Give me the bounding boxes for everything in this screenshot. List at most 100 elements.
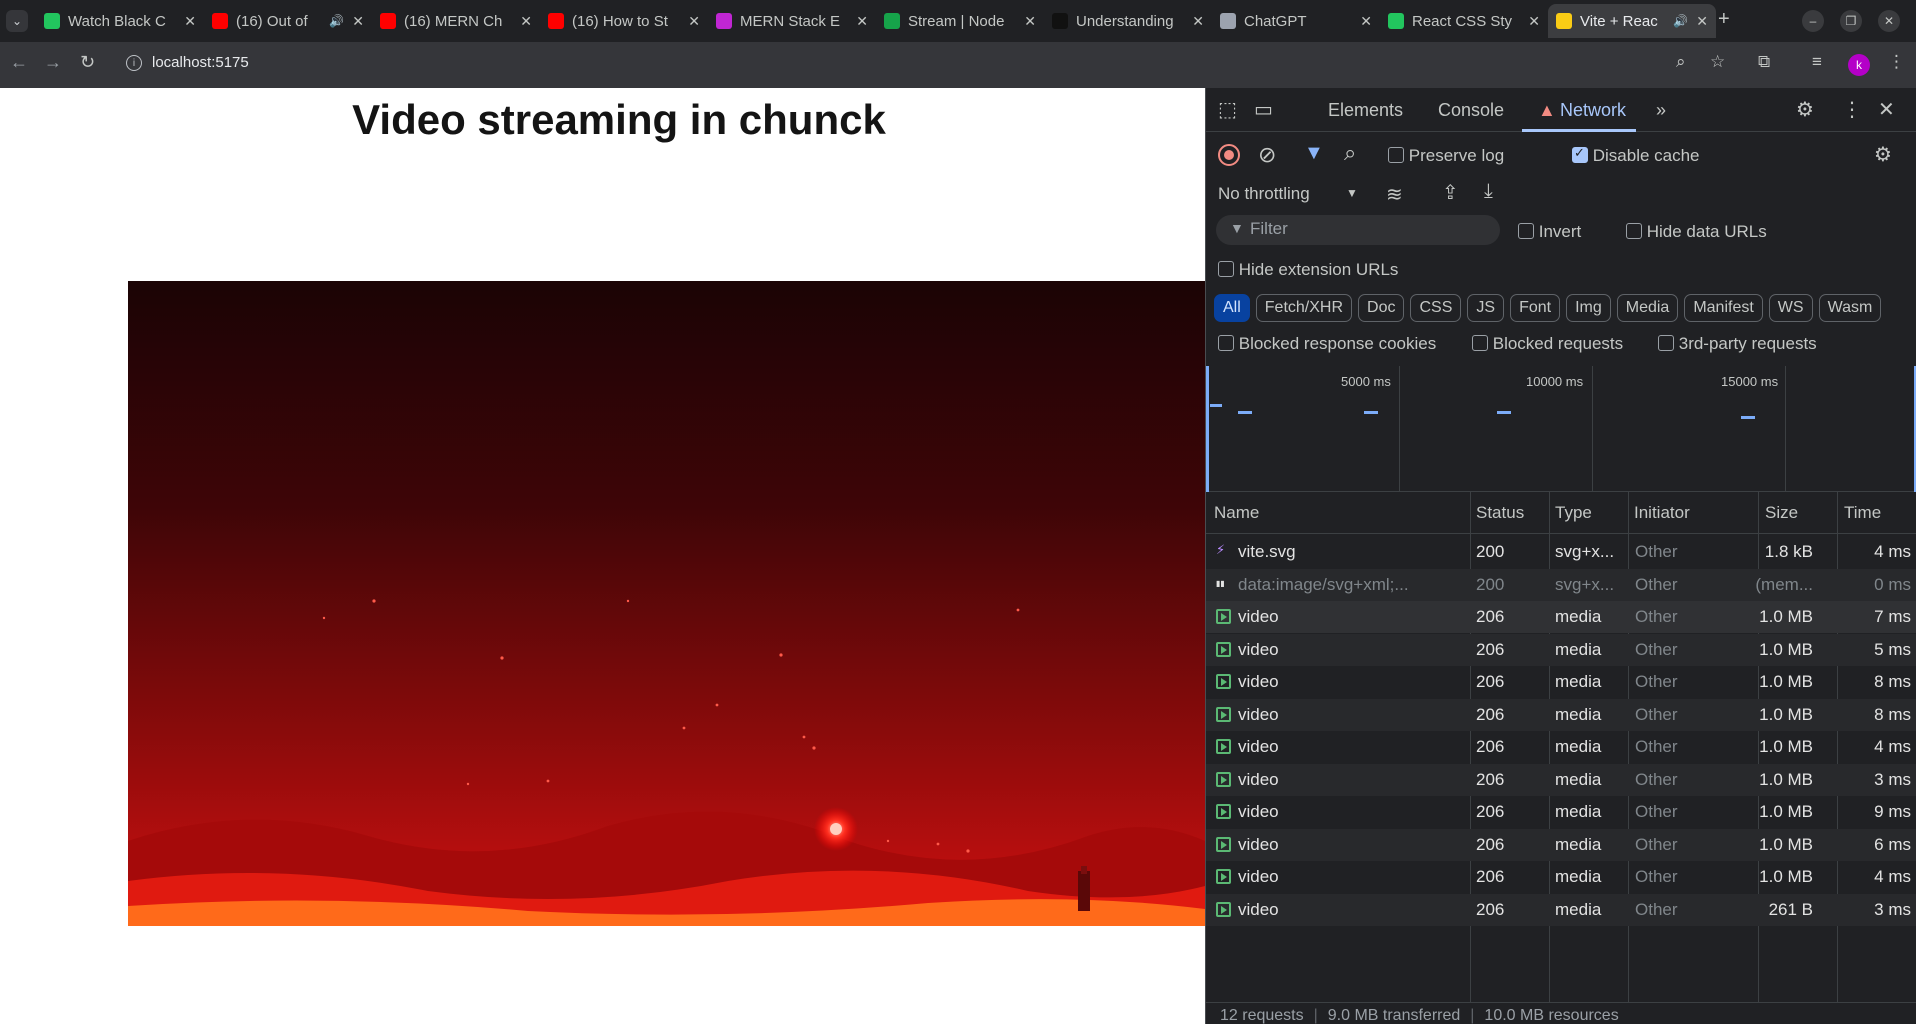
close-devtools-icon[interactable]: ✕ [1878,97,1895,122]
extensions-icon[interactable]: ⧉ [1758,52,1770,72]
tab-elements[interactable]: Elements [1328,100,1403,121]
column-header-type[interactable]: Type [1555,503,1592,523]
filter-chip-img[interactable]: Img [1566,294,1611,322]
invert-checkbox[interactable]: Invert [1518,222,1581,242]
column-header-name[interactable]: Name [1214,503,1259,523]
filter-chip-doc[interactable]: Doc [1358,294,1405,322]
minimize-icon[interactable]: – [1802,10,1824,32]
invert-box[interactable] [1518,223,1534,239]
devtools-settings-icon[interactable]: ⚙ [1796,97,1814,122]
table-row[interactable]: video 206 media Other 1.0 MB 6 ms [1206,828,1916,861]
close-window-icon[interactable]: ✕ [1878,10,1900,32]
disable-cache-checkbox[interactable]: Disable cache [1572,145,1700,166]
table-row[interactable]: video 206 media Other 1.0 MB 3 ms [1206,763,1916,796]
reload-icon[interactable]: ↻ [80,52,95,73]
import-har-icon[interactable]: ⇪ [1442,180,1459,205]
tab-close-icon[interactable]: ✕ [1696,13,1708,30]
tab-network[interactable]: Network [1560,100,1626,121]
filter-chip-font[interactable]: Font [1510,294,1561,322]
tab-close-icon[interactable]: ✕ [688,13,700,30]
browser-tab[interactable]: (16) MERN Ch ✕ [372,4,540,38]
network-overview-timeline[interactable]: 5000 ms 10000 ms 15000 ms [1206,366,1916,492]
tab-console[interactable]: Console [1438,100,1504,121]
browser-menu-icon[interactable]: ⋮ [1888,52,1905,72]
chevron-down-icon[interactable]: ▼ [1346,186,1358,200]
forward-icon[interactable]: → [44,52,62,73]
filter-input[interactable]: ▼ Filter [1216,215,1500,245]
browser-tab[interactable]: Stream | Node ✕ [876,4,1044,38]
preserve-log-box[interactable] [1388,147,1404,163]
back-icon[interactable]: ← [10,52,28,73]
hide-data-urls-box[interactable] [1626,223,1642,239]
inspect-element-icon[interactable]: ⬚ [1218,97,1237,122]
table-row[interactable]: video 206 media Other 1.0 MB 4 ms [1206,861,1916,893]
video-player[interactable] [128,281,1205,926]
tab-search-chevron-icon[interactable]: ⌄ [6,10,28,32]
column-header-status[interactable]: Status [1476,503,1524,523]
table-row[interactable]: ▮▮ data:image/svg+xml;... 200 svg+x... Other… [1206,568,1916,601]
overview-left-handle[interactable] [1206,366,1209,492]
more-tabs-icon[interactable]: » [1656,100,1666,121]
hide-extension-urls-box[interactable] [1218,261,1234,277]
filter-chip-js[interactable]: JS [1467,294,1505,322]
throttling-select[interactable]: No throttling [1218,184,1310,204]
filter-chip-wasm[interactable]: Wasm [1818,294,1882,322]
hide-data-urls-checkbox[interactable]: Hide data URLs [1626,222,1767,242]
table-row[interactable]: video 206 media Other 1.0 MB 8 ms [1206,698,1916,731]
blocked-response-cookies-box[interactable] [1218,335,1234,351]
clear-icon[interactable]: ⊘ [1258,142,1276,168]
filter-chip-media[interactable]: Media [1616,294,1679,322]
browser-tab[interactable]: Vite + Reac 🔊 ✕ [1548,4,1716,38]
preserve-log-checkbox[interactable]: Preserve log [1388,146,1504,166]
table-row[interactable]: video 206 media Other 1.0 MB 4 ms [1206,731,1916,763]
profile-avatar[interactable]: k [1848,54,1870,76]
tab-audio-icon[interactable]: 🔊 [1673,14,1688,28]
tab-close-icon[interactable]: ✕ [1024,13,1036,30]
third-party-box[interactable] [1658,335,1674,351]
site-info-icon[interactable]: i [126,55,142,71]
network-settings-icon[interactable]: ⚙ [1874,142,1892,167]
filter-chip-ws[interactable]: WS [1768,294,1813,322]
tab-close-icon[interactable]: ✕ [1528,13,1540,30]
browser-tab[interactable]: MERN Stack E ✕ [708,4,876,38]
search-icon[interactable]: ⌕ [1344,140,1356,166]
browser-tab[interactable]: Watch Black C ✕ [36,4,204,38]
zoom-icon[interactable]: ⌕ [1676,52,1686,72]
browser-tab[interactable]: ChatGPT ✕ [1212,4,1380,38]
tab-close-icon[interactable]: ✕ [352,13,364,30]
media-controls-icon[interactable]: ≡ [1812,52,1822,72]
table-row[interactable]: video 206 media Other 1.0 MB 7 ms [1206,601,1916,633]
blocked-requests-box[interactable] [1472,335,1488,351]
column-header-size[interactable]: Size [1765,503,1798,523]
export-har-icon[interactable]: ⤓ [1484,180,1493,203]
address-bar[interactable]: localhost:5175 [152,54,249,71]
disable-cache-box[interactable] [1572,145,1588,163]
column-header-initiator[interactable]: Initiator [1634,503,1690,523]
table-row[interactable]: video 206 media Other 261 B 3 ms [1206,893,1916,926]
blocked-requests-checkbox[interactable]: Blocked requests [1472,334,1623,354]
devtools-menu-icon[interactable]: ⋮ [1842,97,1862,122]
tab-close-icon[interactable]: ✕ [1192,13,1204,30]
third-party-checkbox[interactable]: 3rd-party requests [1658,334,1817,354]
bookmark-star-icon[interactable]: ☆ [1710,52,1725,72]
column-header-time[interactable]: Time [1844,503,1881,523]
table-row[interactable]: video 206 media Other 1.0 MB 9 ms [1206,796,1916,828]
table-row[interactable]: ⚡ vite.svg 200 svg+x... Other 1.8 kB 4 ms [1206,536,1916,568]
tab-close-icon[interactable]: ✕ [184,13,196,30]
network-conditions-icon[interactable]: ≋ [1386,182,1403,207]
table-row[interactable]: video 206 media Other 1.0 MB 8 ms [1206,666,1916,698]
browser-tab[interactable]: Understanding ✕ [1044,4,1212,38]
filter-chip-manifest[interactable]: Manifest [1684,294,1763,322]
new-tab-button[interactable]: + [1718,8,1730,31]
tab-audio-icon[interactable]: 🔊 [329,14,344,28]
tab-close-icon[interactable]: ✕ [520,13,532,30]
filter-funnel-icon[interactable]: ▼ [1304,142,1324,165]
blocked-response-cookies-checkbox[interactable]: Blocked response cookies [1218,334,1436,354]
tab-close-icon[interactable]: ✕ [1360,13,1372,30]
record-icon[interactable] [1218,144,1240,166]
browser-tab[interactable]: React CSS Sty ✕ [1380,4,1548,38]
filter-chip-all[interactable]: All [1214,294,1250,322]
filter-chip-css[interactable]: CSS [1410,294,1462,322]
restore-icon[interactable]: ❐ [1840,10,1862,32]
hide-extension-urls-checkbox[interactable]: Hide extension URLs [1218,260,1398,280]
